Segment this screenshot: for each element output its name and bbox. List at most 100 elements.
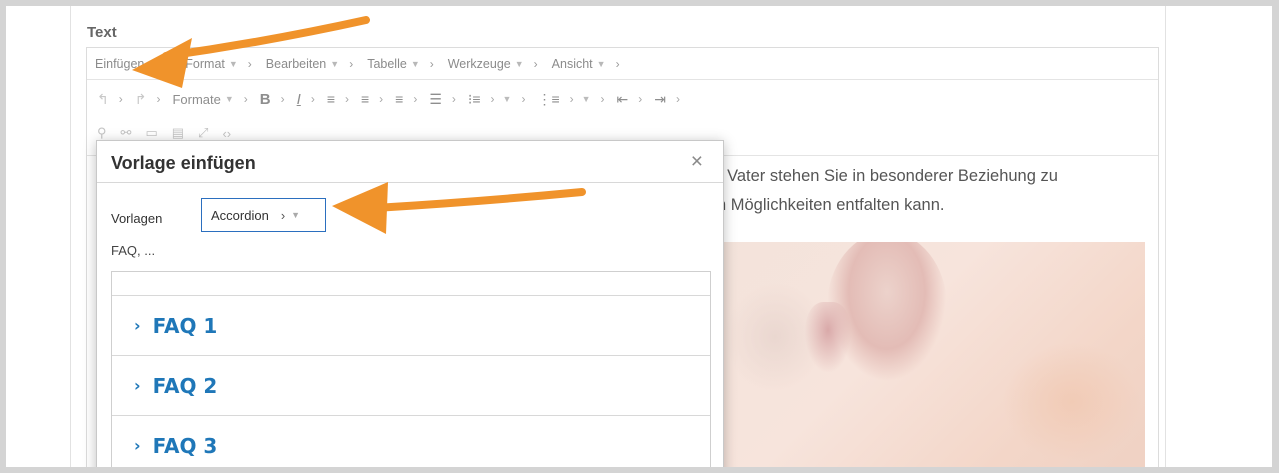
numbered-list-icon: ⋮≡	[537, 90, 560, 107]
separator-chevron-icon: ›	[379, 92, 384, 106]
separator-chevron-icon: ›	[243, 92, 248, 106]
menu-format[interactable]: Format ▼ ›	[185, 57, 252, 71]
insert-template-dialog: Vorlage einfügen × Vorlagen Accordion › …	[96, 140, 724, 467]
align-left-button[interactable]: ≡ ›	[327, 91, 349, 107]
separator-chevron-icon: ›	[167, 56, 172, 71]
align-center-button[interactable]: ≡ ›	[361, 91, 383, 107]
separator-chevron-icon: ›	[280, 92, 285, 106]
content-line-1: r Vater stehen Sie in besonderer Beziehu…	[717, 167, 1058, 185]
editor-toolbar: ↰ › ↱ › Formate ▼ › B › I › ≡ › ≡ › ≡ › ☰ › ⁝≡ › ▼ › …	[87, 81, 1158, 117]
content-image	[717, 242, 1145, 467]
image-shape	[805, 302, 851, 372]
caret-down-icon: ▼	[514, 58, 524, 69]
align-left-icon: ≡	[326, 91, 335, 107]
templates-select[interactable]: Accordion › ▼	[201, 198, 326, 232]
indent-button[interactable]: ⇥ ›	[654, 91, 680, 108]
image-icon: ▭	[145, 125, 158, 140]
separator-chevron-icon: ›	[118, 92, 123, 106]
formats-dropdown[interactable]: Formate ▼ ›	[172, 92, 247, 107]
caret-down-icon: ▼	[596, 58, 606, 69]
separator-chevron-icon: ›	[490, 92, 495, 106]
outdent-button[interactable]: ⇤ ›	[617, 91, 643, 108]
template-preview: › FAQ 1 › FAQ 2 › FAQ 3	[111, 271, 711, 467]
bold-button[interactable]: B ›	[260, 91, 285, 108]
unlink-icon: ⚯	[120, 125, 132, 140]
separator-chevron-icon: ›	[676, 92, 680, 106]
separator-chevron-icon: ›	[638, 92, 643, 106]
separator-chevron-icon: ›	[349, 56, 354, 71]
caret-down-icon: ▼	[291, 210, 301, 220]
content-line-2: n Möglichkeiten entfalten kann.	[717, 196, 945, 214]
separator-chevron-icon: ›	[521, 92, 526, 106]
code-icon: ‹›	[222, 125, 232, 141]
outdent-icon: ⇤	[616, 90, 629, 107]
italic-icon: I	[296, 90, 301, 108]
image-shape	[1002, 342, 1142, 462]
link-icon: ⚲	[97, 125, 107, 140]
field-label: Text	[87, 24, 117, 41]
dialog-title: Vorlage einfügen	[111, 153, 256, 173]
fullscreen-button[interactable]: ⤢	[198, 125, 208, 141]
separator-chevron-icon: ›	[280, 207, 286, 223]
menu-format-label: Format	[185, 56, 225, 71]
menu-view[interactable]: Ansicht ▼ ›	[552, 57, 620, 71]
align-justify-icon: ☰	[429, 90, 442, 107]
templates-label: Vorlagen	[111, 211, 163, 226]
separator-chevron-icon: ›	[413, 92, 418, 106]
caret-down-icon: ▼	[228, 58, 238, 69]
align-right-icon: ≡	[395, 91, 404, 107]
separator-chevron-icon: ›	[451, 92, 456, 106]
fullscreen-icon: ⤢	[198, 125, 209, 140]
faq-item[interactable]: › FAQ 3	[112, 416, 710, 467]
separator-chevron-icon: ›	[156, 92, 161, 106]
faq-item-label: FAQ 3	[152, 433, 218, 458]
menu-edit[interactable]: Bearbeiten ▼ ›	[266, 57, 353, 71]
undo-button[interactable]: ↰ ›	[97, 91, 123, 108]
chevron-right-icon: ›	[134, 436, 141, 455]
caret-down-icon: ▼	[502, 94, 512, 104]
redo-button[interactable]: ↱ ›	[135, 91, 161, 108]
align-justify-button[interactable]: ☰ ›	[429, 91, 456, 108]
faq-item[interactable]: › FAQ 1	[112, 296, 710, 356]
code-button[interactable]: ‹›	[222, 126, 231, 141]
close-icon[interactable]: ×	[691, 150, 703, 174]
formats-label: Formate	[172, 91, 221, 107]
italic-button[interactable]: I ›	[297, 91, 315, 108]
faq-item-label: FAQ 1	[152, 313, 218, 338]
numbered-list-button[interactable]: ⋮≡ › ▼ ›	[537, 91, 604, 108]
separator-chevron-icon: ›	[600, 92, 605, 106]
caret-down-icon: ▼	[224, 94, 234, 104]
menu-edit-label: Bearbeiten	[265, 56, 327, 71]
template-description: FAQ, ...	[111, 243, 156, 258]
menu-table[interactable]: Tabelle ▼ ›	[367, 57, 434, 71]
caret-down-icon: ▼	[330, 58, 340, 69]
redo-icon: ↱	[134, 90, 147, 107]
chevron-right-icon: ›	[134, 376, 141, 395]
menu-insert-label: Einfügen	[95, 56, 145, 71]
chevron-right-icon: ›	[134, 316, 141, 335]
unlink-button[interactable]: ⚯	[121, 125, 132, 141]
media-button[interactable]: ▤	[172, 125, 184, 141]
caret-down-icon: ▼	[148, 58, 158, 69]
align-center-icon: ≡	[360, 91, 370, 107]
templates-selected-value: Accordion	[211, 207, 269, 223]
link-button[interactable]: ⚲	[97, 125, 107, 141]
bold-icon: B	[259, 90, 271, 108]
separator-chevron-icon: ›	[569, 92, 574, 106]
menu-insert[interactable]: Einfügen ▼ ›	[95, 57, 171, 71]
separator-chevron-icon: ›	[615, 56, 620, 71]
media-icon: ▤	[171, 125, 185, 140]
bullet-list-button[interactable]: ⁝≡ › ▼ ›	[468, 91, 526, 108]
menu-view-label: Ansicht	[551, 56, 593, 71]
content-paragraph: r Vater stehen Sie in besonderer Beziehu…	[717, 162, 1058, 220]
separator-chevron-icon: ›	[344, 92, 349, 106]
image-button[interactable]: ▭	[145, 125, 157, 141]
align-right-button[interactable]: ≡ ›	[395, 91, 417, 107]
bullet-list-icon: ⁝≡	[467, 90, 481, 107]
menu-tools[interactable]: Werkzeuge ▼ ›	[448, 57, 538, 71]
undo-icon: ↰	[97, 90, 109, 107]
menu-table-label: Tabelle	[367, 56, 407, 71]
caret-down-icon: ▼	[581, 94, 591, 104]
separator-chevron-icon: ›	[310, 92, 315, 106]
faq-item[interactable]: › FAQ 2	[112, 356, 710, 416]
